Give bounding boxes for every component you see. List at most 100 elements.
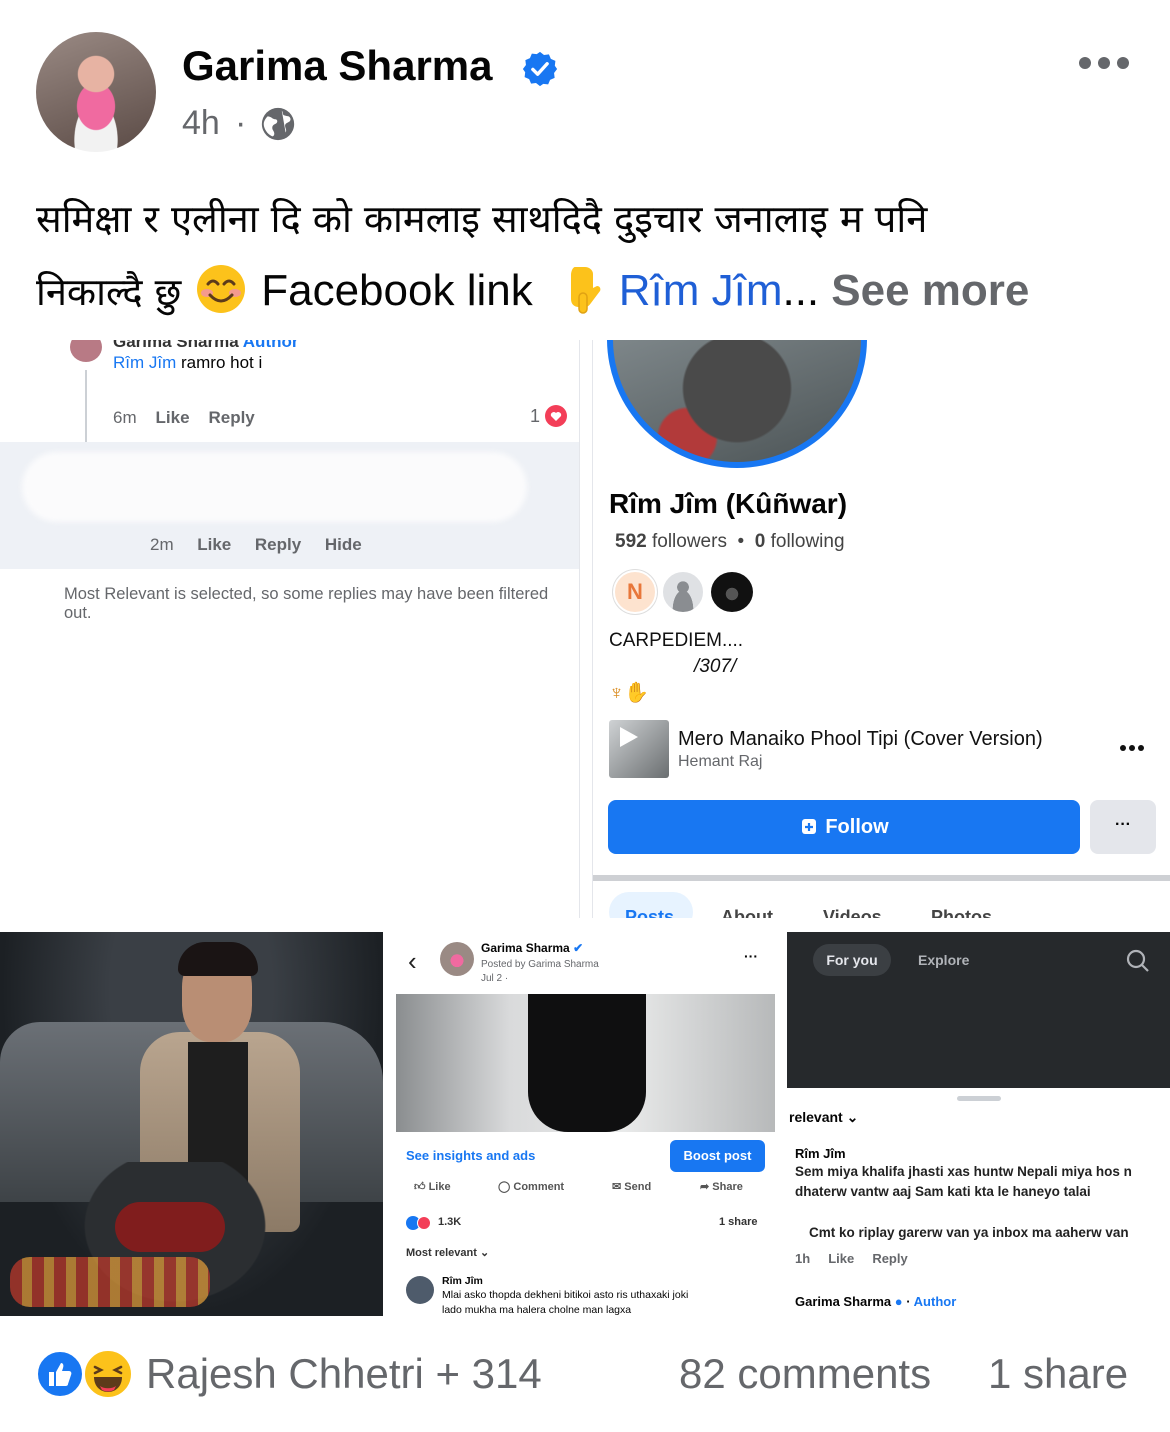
comment-time-2: 2m [150, 535, 174, 554]
share-action[interactable]: Share [712, 1181, 743, 1193]
author-tag: Author [242, 340, 299, 351]
top-comment-author: Garima Sharma [113, 340, 239, 351]
play-icon[interactable] [615, 724, 641, 750]
search-icon[interactable] [1125, 948, 1151, 974]
comment-like-button-2[interactable]: Like [197, 535, 231, 554]
send-action[interactable]: Send [624, 1181, 651, 1193]
comment-likes-count: 1 [530, 406, 541, 426]
reactors-summary[interactable]: Rajesh Chhetri + 314 [146, 1350, 542, 1398]
bike-headlight [115, 1202, 225, 1252]
post-author-name[interactable]: Garima Sharma [481, 941, 570, 955]
most-relevant-filter[interactable]: Most relevant [406, 1247, 477, 1259]
following-count: 0 [754, 531, 766, 552]
comments-count[interactable]: 82 comments [679, 1350, 931, 1398]
bio-line-1: CARPEDIEM.... [609, 630, 744, 651]
chevron-down-icon[interactable]: ⌄ [480, 1247, 489, 1259]
reply-mention-name[interactable]: Rîm Jîm [113, 353, 176, 372]
post-date: Jul 2 · [481, 973, 509, 984]
caption-line-2: निकाल्दै छु Facebook link Rîm Jîm... See m… [36, 255, 1146, 328]
reply-author[interactable]: Garima Sharma [795, 1294, 891, 1309]
reaction-count[interactable]: 1.3K [438, 1216, 461, 1228]
author-name[interactable]: Garima Sharma [182, 42, 493, 90]
tab-posts[interactable]: Posts [625, 907, 674, 918]
comment-text-1: Mlai asko thopda dekheni bitikoi asto ri… [442, 1289, 689, 1301]
sort-relevant-filter[interactable]: relevant [789, 1109, 843, 1125]
add-friend-icon [802, 819, 817, 834]
verified-badge-icon [522, 51, 558, 87]
followers-count: 592 [615, 531, 647, 552]
mutual-friend-avatar-2 [661, 570, 705, 614]
like-reaction-icon[interactable] [36, 1350, 84, 1398]
profile-name: Rîm Jîm (Kûñwar) [609, 488, 848, 519]
mutual-friend-avatar-1: N [613, 570, 657, 614]
more-options-icon[interactable] [1078, 52, 1130, 74]
comment-line-1: Sem miya khalifa jhasti xas huntw Nepali… [795, 1164, 1132, 1179]
comment-time: 1h [795, 1251, 811, 1266]
comment-like-button[interactable]: Like [156, 408, 190, 427]
comment-line-3: Cmt ko riplay garerw van ya inbox ma aah… [809, 1225, 1129, 1240]
for-you-tab[interactable]: For you [813, 944, 891, 976]
see-more-link[interactable]: See more [831, 266, 1029, 315]
caption-facebook-link-text: Facebook link [261, 266, 533, 315]
haha-reaction-icon[interactable] [82, 1348, 134, 1400]
author-avatar[interactable] [36, 32, 156, 152]
bullet: • [737, 531, 745, 552]
divider [593, 875, 1170, 881]
heart-reaction-icon [545, 405, 567, 427]
following-label[interactable]: following [771, 531, 845, 552]
back-arrow-icon[interactable]: ‹ [408, 946, 417, 977]
comment-icon: ◯ [498, 1181, 511, 1193]
post-image-5[interactable]: For you Explore relevant ⌄ Rîm Jîm Sem m… [787, 932, 1170, 1316]
reaction-icons [406, 1216, 436, 1230]
post-more-icon[interactable]: ··· [744, 948, 758, 964]
insights-link[interactable]: See insights and ads [406, 1148, 535, 1163]
tab-about[interactable]: About [721, 907, 773, 918]
post-image-3[interactable] [0, 932, 383, 1316]
rider-hair [178, 942, 258, 976]
shares-count[interactable]: 1 share [988, 1350, 1128, 1398]
author-badge: Author [913, 1294, 957, 1309]
commenter-avatar-2 [406, 1276, 434, 1304]
post-image-1[interactable]: Garima Sharma Author Rîm Jîm ramro hot i… [0, 340, 580, 918]
comment-reply-button-2[interactable]: Reply [255, 535, 301, 554]
like-action[interactable]: Like [429, 1181, 451, 1193]
reply-snippet: ramro hot i [181, 353, 263, 372]
comment-line-2: dhaterw vantw aaj Sam kati kta le haneyo… [795, 1184, 1091, 1199]
smiling-face-emoji-icon [197, 265, 246, 313]
post-image-4[interactable]: ‹ Garima Sharma ✔ Posted by Garima Sharm… [396, 932, 775, 1316]
comment-reply-button[interactable]: Reply [208, 408, 254, 427]
song-artist: Hemant Raj [678, 753, 763, 770]
comment-time: 6m [113, 408, 137, 427]
sheet-handle[interactable] [957, 1096, 1001, 1101]
comment-author[interactable]: Rîm Jîm [442, 1275, 483, 1287]
separator-dot: · [235, 104, 247, 142]
share-count[interactable]: 1 share [719, 1216, 758, 1228]
comment-action[interactable]: Comment [513, 1181, 564, 1193]
bike-garland [10, 1257, 210, 1307]
tab-photos[interactable]: Photos [931, 907, 992, 918]
comment-reply[interactable]: Reply [872, 1251, 907, 1266]
explore-tab[interactable]: Explore [918, 952, 969, 968]
song-more-icon[interactable] [1119, 744, 1145, 752]
caption-profile-link[interactable]: Rîm Jîm [619, 266, 783, 315]
globe-icon[interactable] [259, 105, 297, 143]
post-time[interactable]: 4h [182, 104, 220, 143]
caption-line-1: समिक्षा र एलीना दि को कामलाइ साथदिदै दुइ… [36, 197, 928, 241]
boost-post-button[interactable]: Boost post [670, 1140, 765, 1172]
caption-text: निकाल्दै छु [36, 270, 182, 314]
profile-more-button[interactable]: ··· [1090, 800, 1156, 854]
profile-picture [607, 340, 867, 468]
posted-by: Posted by Garima Sharma [481, 959, 599, 970]
post-caption: समिक्षा र एलीना दि को कामलाइ साथदिदै दुइ… [36, 183, 1146, 328]
follow-button[interactable]: Follow [608, 800, 1080, 854]
redacted-comment-blur [22, 452, 527, 522]
followers-label[interactable]: followers [652, 531, 727, 552]
post-image-2[interactable]: Rîm Jîm (Kûñwar) 592 followers • 0 follo… [592, 340, 1170, 918]
comment-hide-button[interactable]: Hide [325, 535, 362, 554]
tab-videos[interactable]: Videos [823, 907, 882, 918]
chevron-down-icon[interactable]: ⌄ [847, 1109, 859, 1125]
comment-like[interactable]: Like [828, 1251, 854, 1266]
song-title[interactable]: Mero Manaiko Phool Tipi (Cover Version) [678, 728, 1043, 751]
follow-label: Follow [825, 816, 889, 838]
comment-author[interactable]: Rîm Jîm [795, 1146, 846, 1161]
